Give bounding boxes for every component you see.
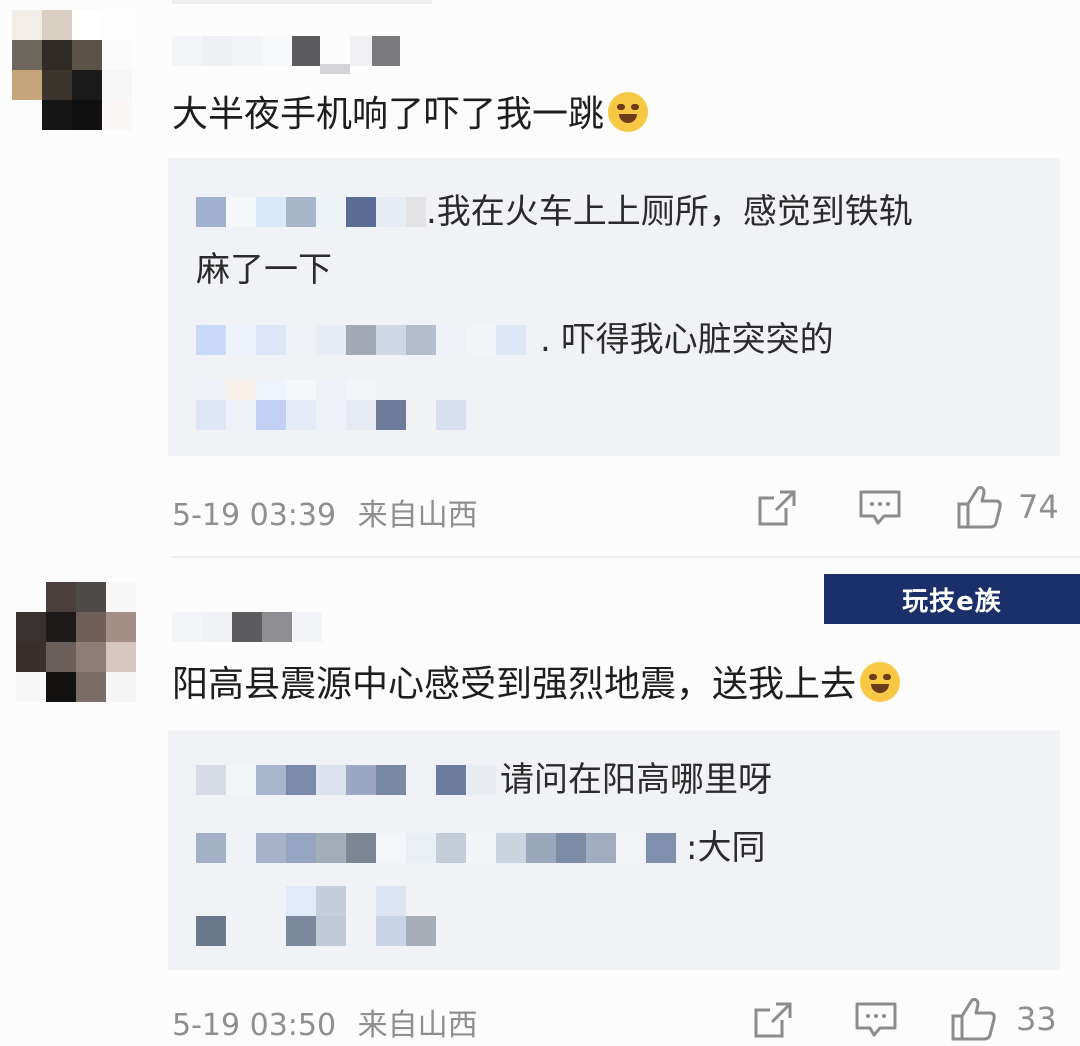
timestamp: 5-19 03:50	[172, 1008, 337, 1043]
comment-icon[interactable]	[858, 488, 902, 528]
share-icon[interactable]	[756, 488, 800, 528]
username-blurred[interactable]	[172, 612, 322, 642]
timestamp: 5-19 03:39	[172, 498, 337, 533]
reply-text: 麻了一下	[196, 250, 332, 290]
reply-line-continued: 麻了一下	[196, 248, 332, 292]
reply-username-blurred[interactable]	[196, 325, 540, 355]
avatar[interactable]	[16, 582, 136, 702]
share-icon[interactable]	[752, 1000, 796, 1040]
comment-meta: 5-19 03:39 来自山西	[172, 490, 478, 534]
reply-line[interactable]: . 吓得我心脏突突的	[196, 318, 834, 362]
reply-text: . 吓得我心脏突突的	[540, 320, 834, 360]
reply-text: :大同	[686, 828, 766, 868]
like-icon[interactable]	[950, 996, 998, 1042]
reply-blurred-line[interactable]	[196, 400, 466, 430]
reply-box[interactable]: .我在火车上上厕所，感觉到铁轨 麻了一下 . 吓得我心脏突突的	[168, 158, 1060, 456]
location: 来自山西	[357, 498, 478, 533]
crying-emoji	[860, 662, 901, 702]
like-count: 33	[1016, 1000, 1057, 1038]
reply-blurred-line[interactable]	[196, 886, 406, 916]
comment-icon[interactable]	[854, 1000, 898, 1040]
avatar[interactable]	[12, 10, 132, 130]
reply-text: 请问在阳高哪里呀	[500, 760, 772, 800]
reply-username-blurred[interactable]	[196, 765, 496, 795]
reply-line[interactable]: 请问在阳高哪里呀	[196, 758, 772, 802]
comment-text: 大半夜手机响了吓了我一跳	[172, 92, 649, 137]
username-blurred[interactable]	[172, 36, 400, 74]
location: 来自山西	[357, 1008, 478, 1043]
comment-text: 阳高县震源中心感受到强烈地震，送我上去	[172, 662, 901, 707]
comment-divider	[172, 556, 1080, 558]
reply-box[interactable]: 请问在阳高哪里呀 :大同	[168, 730, 1060, 970]
reply-line[interactable]: :大同	[196, 826, 765, 870]
reply-username-blurred[interactable]	[196, 833, 686, 863]
reply-username-blurred[interactable]	[196, 197, 426, 227]
like-count: 74	[1018, 488, 1059, 526]
watermark-logo: 玩技e族	[824, 574, 1080, 624]
comment-meta: 5-19 03:50 来自山西	[172, 1000, 478, 1044]
reply-text: .我在火车上上厕所，感觉到铁轨	[426, 192, 913, 232]
laughing-tears-emoji	[608, 92, 649, 132]
like-icon[interactable]	[956, 484, 1004, 530]
top-divider	[172, 0, 432, 4]
reply-blurred-line[interactable]	[196, 916, 436, 946]
reply-line[interactable]: .我在火车上上厕所，感觉到铁轨	[196, 190, 913, 234]
